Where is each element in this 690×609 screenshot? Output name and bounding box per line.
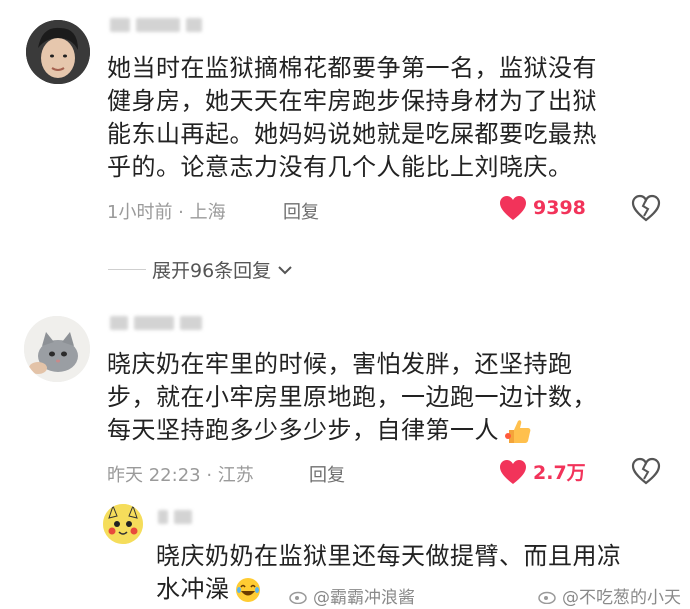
broken-heart-icon	[631, 194, 661, 222]
dislike-button[interactable]	[631, 457, 661, 489]
comment-line: 晓庆奶奶在监狱里还每天做提臂、而且用凉	[156, 542, 622, 570]
like-count: 2.7万	[533, 462, 586, 484]
like-button[interactable]: 2.7万	[499, 458, 586, 485]
cat-avatar-icon	[24, 316, 90, 382]
comment-text: 晓庆奶在牢里的时候，害怕发胖，还坚持跑 步，就在小牢房里原地跑，一边跑一边计数，…	[107, 348, 687, 447]
reply-button[interactable]: 回复	[309, 461, 345, 487]
comment-line: 每天坚持跑多少多少步，自律第一人	[107, 416, 499, 444]
thumbs-up-emoji	[505, 419, 531, 443]
expand-replies-button[interactable]: 展开96条回复	[108, 256, 293, 283]
pikachu-avatar-icon	[103, 504, 143, 544]
comment-line: 晓庆奶在牢里的时候，害怕发胖，还坚持跑	[107, 350, 573, 378]
watermark: @不吃葱的小天	[538, 583, 681, 608]
comment-line: 乎的。论意志力没有几个人能比上刘晓庆。	[107, 153, 573, 181]
like-button[interactable]: 9398	[499, 195, 586, 221]
like-count: 9398	[533, 197, 586, 219]
username[interactable]	[110, 18, 202, 32]
expand-replies-label: 展开96条回复	[152, 260, 272, 282]
username[interactable]	[110, 316, 202, 330]
watermark: @霸霸冲浪酱	[289, 583, 415, 608]
broken-heart-icon	[631, 457, 661, 485]
watermark-text: @不吃葱的小天	[562, 588, 681, 608]
watermark-text: @霸霸冲浪酱	[313, 588, 415, 608]
comment-line: 健身房，她天天在牢房跑步保持身材为了出狱	[107, 87, 597, 115]
comment-line: 能东山再起。她妈妈说她就是吃屎都要吃最热	[107, 120, 597, 148]
avatar-photo-icon	[26, 20, 90, 84]
chevron-down-icon	[278, 265, 292, 274]
laughing-emoji	[235, 577, 260, 602]
comment-meta: 1小时前 · 上海	[107, 202, 226, 223]
weibo-icon	[538, 591, 556, 604]
comment-text: 她当时在监狱摘棉花都要争第一名，监狱没有 健身房，她天天在牢房跑步保持身材为了出…	[107, 52, 687, 184]
comment-line: 步，就在小牢房里原地跑，一边跑一边计数，	[107, 383, 597, 411]
heart-icon	[500, 459, 526, 484]
comment-line: 水冲澡	[156, 575, 230, 603]
divider	[108, 269, 146, 270]
avatar[interactable]	[103, 504, 143, 544]
reply-button[interactable]: 回复	[283, 198, 319, 224]
comment-meta: 昨天 22:23 · 江苏	[107, 465, 254, 486]
dislike-button[interactable]	[631, 194, 661, 226]
heart-icon	[500, 196, 526, 220]
comment-line: 她当时在监狱摘棉花都要争第一名，监狱没有	[107, 54, 597, 82]
weibo-icon	[289, 591, 307, 604]
username[interactable]	[158, 510, 192, 524]
avatar[interactable]	[24, 316, 90, 382]
avatar[interactable]	[26, 20, 90, 84]
